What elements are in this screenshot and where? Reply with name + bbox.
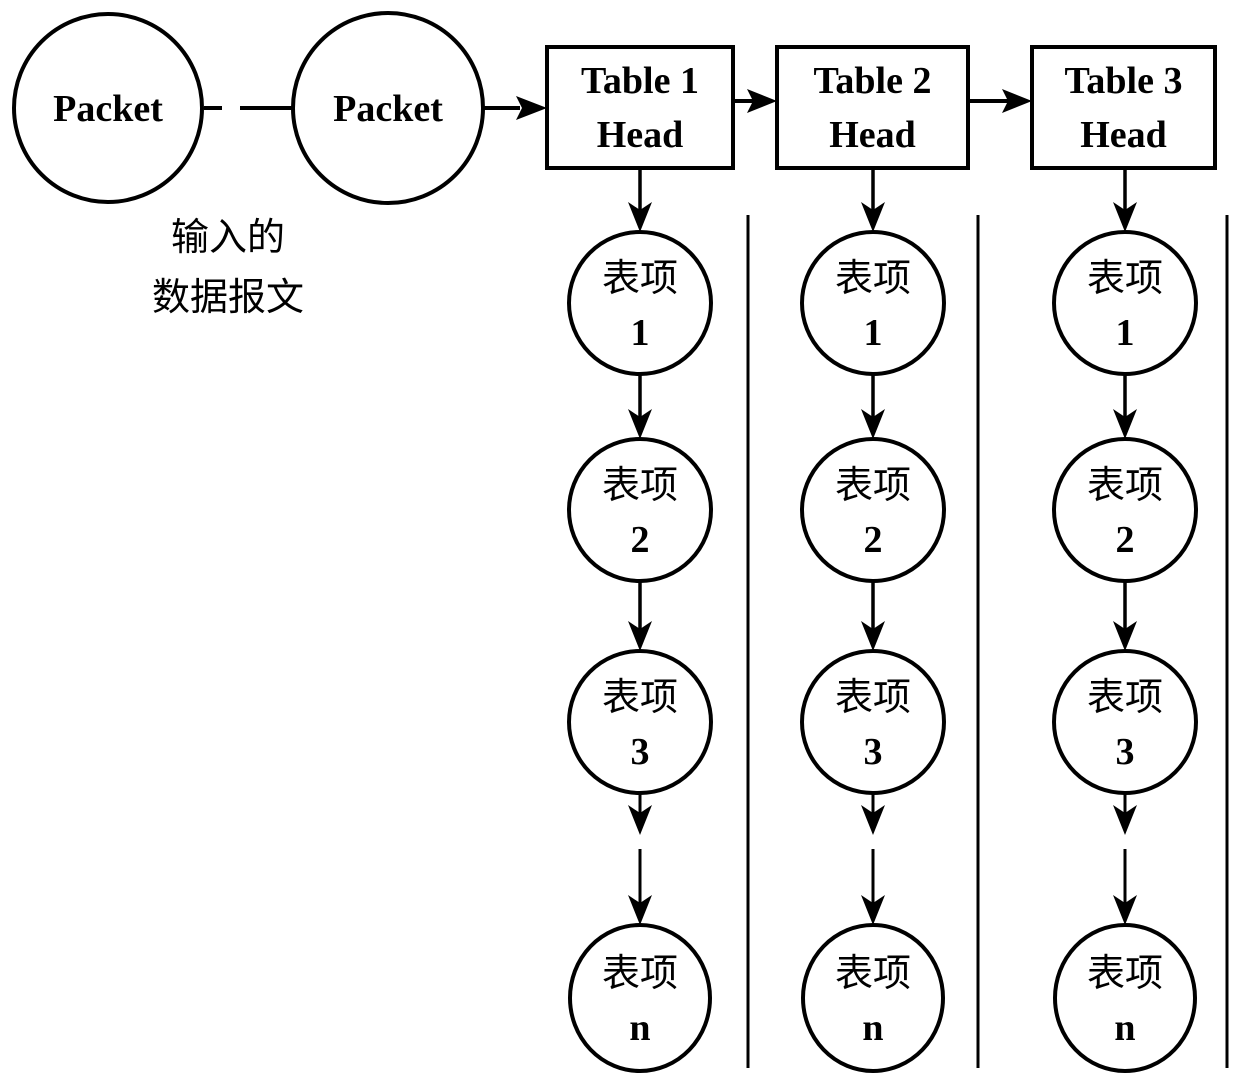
entry-to-entry-arrow xyxy=(628,581,652,651)
table-entry-node: 表项 n xyxy=(801,923,945,1073)
head-to-head-arrow xyxy=(968,89,1032,113)
table-head-subtitle: Head xyxy=(829,114,916,156)
entry-label: 表项 xyxy=(602,675,678,719)
table-head-title: Table 3 xyxy=(1065,60,1183,102)
table-entry-node: 表项 3 xyxy=(567,649,713,795)
entry-index: 2 xyxy=(1116,519,1135,561)
entry-label: 表项 xyxy=(602,256,678,300)
entry-to-entry-arrow xyxy=(628,374,652,439)
entry-to-entry-arrow xyxy=(861,374,885,439)
packet-caption-line2: 数据报文 xyxy=(152,275,304,319)
entry-label: 表项 xyxy=(602,951,678,995)
entry-label: 表项 xyxy=(1087,256,1163,300)
packet-label: Packet xyxy=(333,88,443,130)
entry-index: 1 xyxy=(864,312,883,354)
table-head-box: Table 1 Head xyxy=(545,45,735,170)
table-entry-node: 表项 2 xyxy=(567,437,713,583)
table-head-title: Table 1 xyxy=(581,60,699,102)
head-to-head-arrow xyxy=(733,89,777,113)
table-entry-node: 表项 3 xyxy=(1052,649,1198,795)
table-column-3: Table 3 Head 表项 1 表项 2 表项 3 表项 n xyxy=(1030,45,1229,1073)
entry-ellipsis-arrow xyxy=(1113,793,1137,925)
entry-label: 表项 xyxy=(835,675,911,719)
entry-label: 表项 xyxy=(835,951,911,995)
table-head-box: Table 3 Head xyxy=(1030,45,1217,170)
table-head-subtitle: Head xyxy=(1080,114,1167,156)
table-entry-node: 表项 n xyxy=(1053,923,1197,1073)
packet-node-2: Packet xyxy=(291,11,485,205)
packet-label: Packet xyxy=(53,88,163,130)
head-to-entry-arrow xyxy=(628,168,652,232)
table-entry-node: 表项 2 xyxy=(800,437,946,583)
table-head-box: Table 2 Head xyxy=(775,45,970,170)
table-column-1: Table 1 Head 表项 1 表项 2 表项 3 表项 n xyxy=(545,45,777,1073)
packet-node-1: Packet xyxy=(12,12,204,204)
table-entry-node: 表项 3 xyxy=(800,649,946,795)
table-entry-node: 表项 1 xyxy=(567,230,713,376)
head-to-entry-arrow xyxy=(861,168,885,232)
packet-caption-line1: 输入的 xyxy=(171,215,285,259)
entry-label: 表项 xyxy=(1087,463,1163,507)
entry-index: 2 xyxy=(631,519,650,561)
entry-ellipsis-arrow xyxy=(861,793,885,925)
entry-index: 3 xyxy=(1116,731,1135,773)
table-head-title: Table 2 xyxy=(814,60,932,102)
entry-label: 表项 xyxy=(1087,675,1163,719)
table-entry-node: 表项 n xyxy=(568,923,712,1073)
entry-index: n xyxy=(862,1007,883,1049)
entry-label: 表项 xyxy=(1087,951,1163,995)
entry-to-entry-arrow xyxy=(1113,374,1137,439)
table-entry-node: 表项 1 xyxy=(1052,230,1198,376)
table-column-2: Table 2 Head 表项 1 表项 2 表项 3 表项 n xyxy=(775,45,1032,1073)
entry-index: n xyxy=(629,1007,650,1049)
entry-to-entry-arrow xyxy=(861,581,885,651)
entry-index: 2 xyxy=(864,519,883,561)
entry-index: 1 xyxy=(631,312,650,354)
entry-ellipsis-arrow xyxy=(628,793,652,925)
entry-to-entry-arrow xyxy=(1113,581,1137,651)
entry-label: 表项 xyxy=(835,256,911,300)
table-entry-node: 表项 2 xyxy=(1052,437,1198,583)
packet-to-table-arrow xyxy=(484,96,547,120)
table-head-subtitle: Head xyxy=(597,114,684,156)
entry-index: 1 xyxy=(1116,312,1135,354)
entry-index: n xyxy=(1114,1007,1135,1049)
table-lookup-diagram: Packet Packet 输入的 数据报文 Table 1 Head 表项 1 表项 2… xyxy=(12,11,1229,1073)
entry-label: 表项 xyxy=(602,463,678,507)
entry-index: 3 xyxy=(864,731,883,773)
table-entry-node: 表项 1 xyxy=(800,230,946,376)
entry-label: 表项 xyxy=(835,463,911,507)
entry-index: 3 xyxy=(631,731,650,773)
head-to-entry-arrow xyxy=(1113,168,1137,232)
